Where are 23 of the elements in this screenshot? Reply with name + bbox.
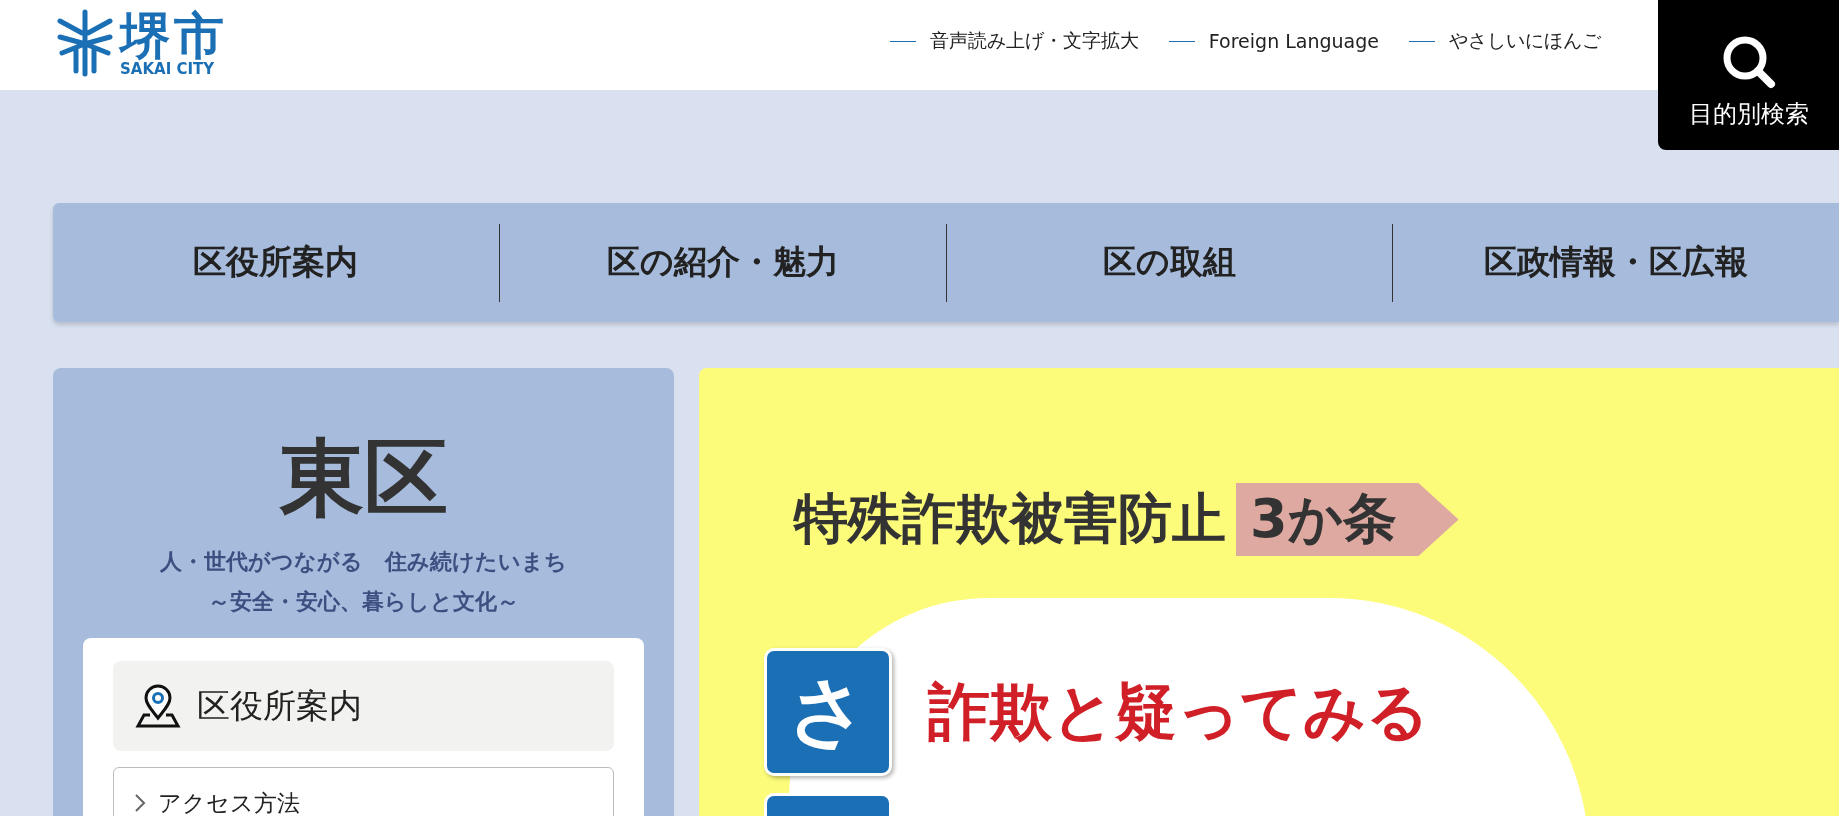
menu-item[interactable]: アクセス方法 <box>113 767 614 816</box>
header-link[interactable]: やさしいにほんご <box>1409 28 1601 54</box>
header-link[interactable]: Foreign Language <box>1168 30 1379 52</box>
search-button[interactable]: 目的別検索 <box>1658 0 1839 150</box>
district-title: 東区 <box>278 428 449 529</box>
logo-wordmark[interactable]: 堺市 <box>120 9 228 63</box>
city-emblem-icon <box>56 9 114 77</box>
banner-headline: 特殊詐欺被害防止 <box>794 486 1226 552</box>
letter-tile: さ <box>764 648 892 776</box>
map-pin-icon <box>135 684 181 728</box>
nav-link[interactable]: 区役所案内 <box>193 240 359 285</box>
district-tagline: 人・世代がつながる 住み続けたいまち <box>159 548 568 576</box>
chevron-right-icon <box>134 793 146 813</box>
district-tagline: ～安全・安心、暮らしと文化～ <box>207 588 520 616</box>
nav-link[interactable]: 区の紹介・魅力 <box>606 240 839 285</box>
section-title: 区役所案内 <box>197 684 362 727</box>
fraud-prevention-banner[interactable]: 特殊詐欺被害防止 3か条 さ 詐欺と疑ってみる <box>699 368 1839 816</box>
nav-link[interactable]: 区の取組 <box>1102 240 1236 285</box>
logo-subtitle: SAKAI CITY <box>120 61 216 77</box>
banner-tag: 3か条 <box>1236 483 1459 556</box>
nav-link[interactable]: 区政情報・区広報 <box>1484 240 1749 285</box>
banner-rule-text: 詐欺と疑ってみる <box>928 674 1429 750</box>
header-link[interactable]: 音声読み上げ・文字拡大 <box>889 28 1139 54</box>
